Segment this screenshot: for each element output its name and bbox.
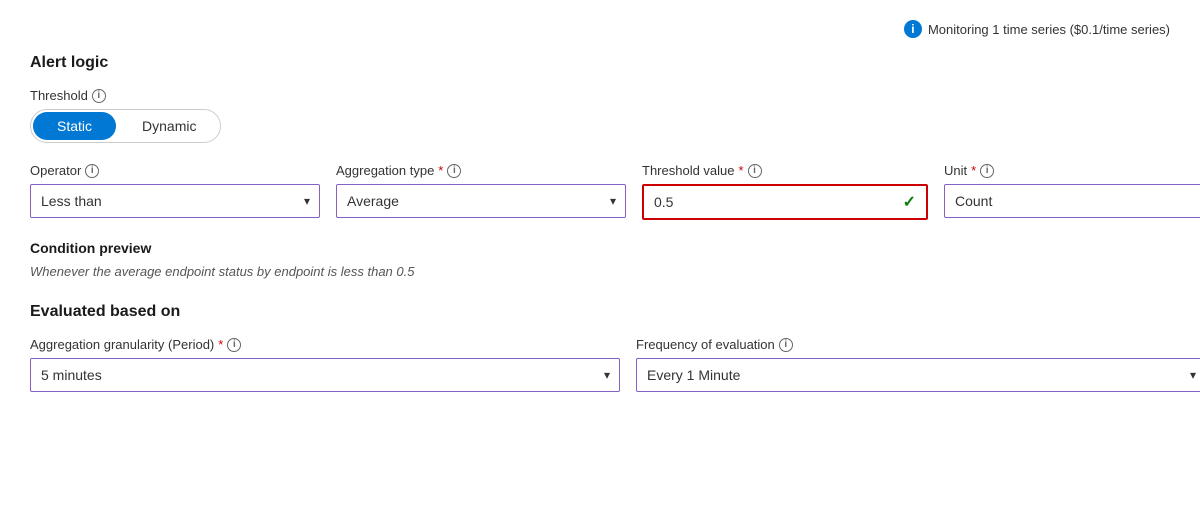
unit-field-group: Unit * i Count Bytes Percent Millisecond… <box>944 163 1200 218</box>
aggregation-type-required: * <box>438 163 443 178</box>
aggregation-granularity-label: Aggregation granularity (Period) * i <box>30 337 620 352</box>
aggregation-granularity-field-group: Aggregation granularity (Period) * i 1 m… <box>30 337 620 392</box>
unit-select-wrapper: Count Bytes Percent Milliseconds ▾ <box>944 184 1200 218</box>
alert-logic-section: Alert logic Threshold i Static Dynamic O… <box>30 54 1170 392</box>
dynamic-toggle-button[interactable]: Dynamic <box>118 110 220 142</box>
aggregation-granularity-info-icon[interactable]: i <box>227 338 241 352</box>
condition-preview-title: Condition preview <box>30 240 1170 256</box>
threshold-value-required: * <box>739 163 744 178</box>
aggregation-granularity-required: * <box>218 337 223 352</box>
unit-info-icon[interactable]: i <box>980 164 994 178</box>
aggregation-type-field-group: Aggregation type * i Average Maximum Min… <box>336 163 626 218</box>
operator-label: Operator i <box>30 163 320 178</box>
aggregation-type-info-icon[interactable]: i <box>447 164 461 178</box>
monitoring-info-text: Monitoring 1 time series ($0.1/time seri… <box>928 22 1170 37</box>
aggregation-type-select-wrapper: Average Maximum Minimum Total Count ▾ <box>336 184 626 218</box>
operator-select-wrapper: Less than Greater than Equal to Not equa… <box>30 184 320 218</box>
aggregation-granularity-select-wrapper: 1 minute 5 minutes 15 minutes 30 minutes… <box>30 358 620 392</box>
evaluated-based-on-section: Evaluated based on Aggregation granulari… <box>30 303 1170 392</box>
aggregation-type-label: Aggregation type * i <box>336 163 626 178</box>
alert-logic-title: Alert logic <box>30 54 1170 72</box>
static-toggle-button[interactable]: Static <box>33 112 116 140</box>
operator-field-group: Operator i Less than Greater than Equal … <box>30 163 320 218</box>
aggregation-granularity-select[interactable]: 1 minute 5 minutes 15 minutes 30 minutes… <box>30 358 620 392</box>
top-bar: i Monitoring 1 time series ($0.1/time se… <box>30 20 1170 38</box>
evaluated-fields-row: Aggregation granularity (Period) * i 1 m… <box>30 337 1170 392</box>
threshold-value-field-group: Threshold value * i ✓ <box>642 163 928 220</box>
threshold-value-input-wrapper: ✓ <box>642 184 928 220</box>
operator-select[interactable]: Less than Greater than Equal to Not equa… <box>30 184 320 218</box>
threshold-toggle-group[interactable]: Static Dynamic <box>30 109 221 143</box>
aggregation-type-select[interactable]: Average Maximum Minimum Total Count <box>336 184 626 218</box>
alert-fields-row: Operator i Less than Greater than Equal … <box>30 163 1170 220</box>
frequency-select-wrapper: Every 1 Minute Every 5 Minutes Every 15 … <box>636 358 1200 392</box>
monitoring-info-icon: i <box>904 20 922 38</box>
threshold-value-info-icon[interactable]: i <box>748 164 762 178</box>
condition-preview-text: Whenever the average endpoint status by … <box>30 264 1170 279</box>
threshold-value-input[interactable] <box>644 186 926 218</box>
evaluated-based-on-title: Evaluated based on <box>30 303 1170 321</box>
condition-preview-section: Condition preview Whenever the average e… <box>30 240 1170 279</box>
monitoring-info: i Monitoring 1 time series ($0.1/time se… <box>904 20 1170 38</box>
frequency-select[interactable]: Every 1 Minute Every 5 Minutes Every 15 … <box>636 358 1200 392</box>
threshold-value-label: Threshold value * i <box>642 163 928 178</box>
frequency-info-icon[interactable]: i <box>779 338 793 352</box>
unit-label: Unit * i <box>944 163 1200 178</box>
threshold-checkmark-icon: ✓ <box>903 192 916 212</box>
unit-select[interactable]: Count Bytes Percent Milliseconds <box>944 184 1200 218</box>
operator-info-icon[interactable]: i <box>85 164 99 178</box>
unit-required: * <box>971 163 976 178</box>
frequency-label: Frequency of evaluation i <box>636 337 1200 352</box>
frequency-field-group: Frequency of evaluation i Every 1 Minute… <box>636 337 1200 392</box>
threshold-label: Threshold i <box>30 88 1170 103</box>
threshold-info-icon[interactable]: i <box>92 89 106 103</box>
